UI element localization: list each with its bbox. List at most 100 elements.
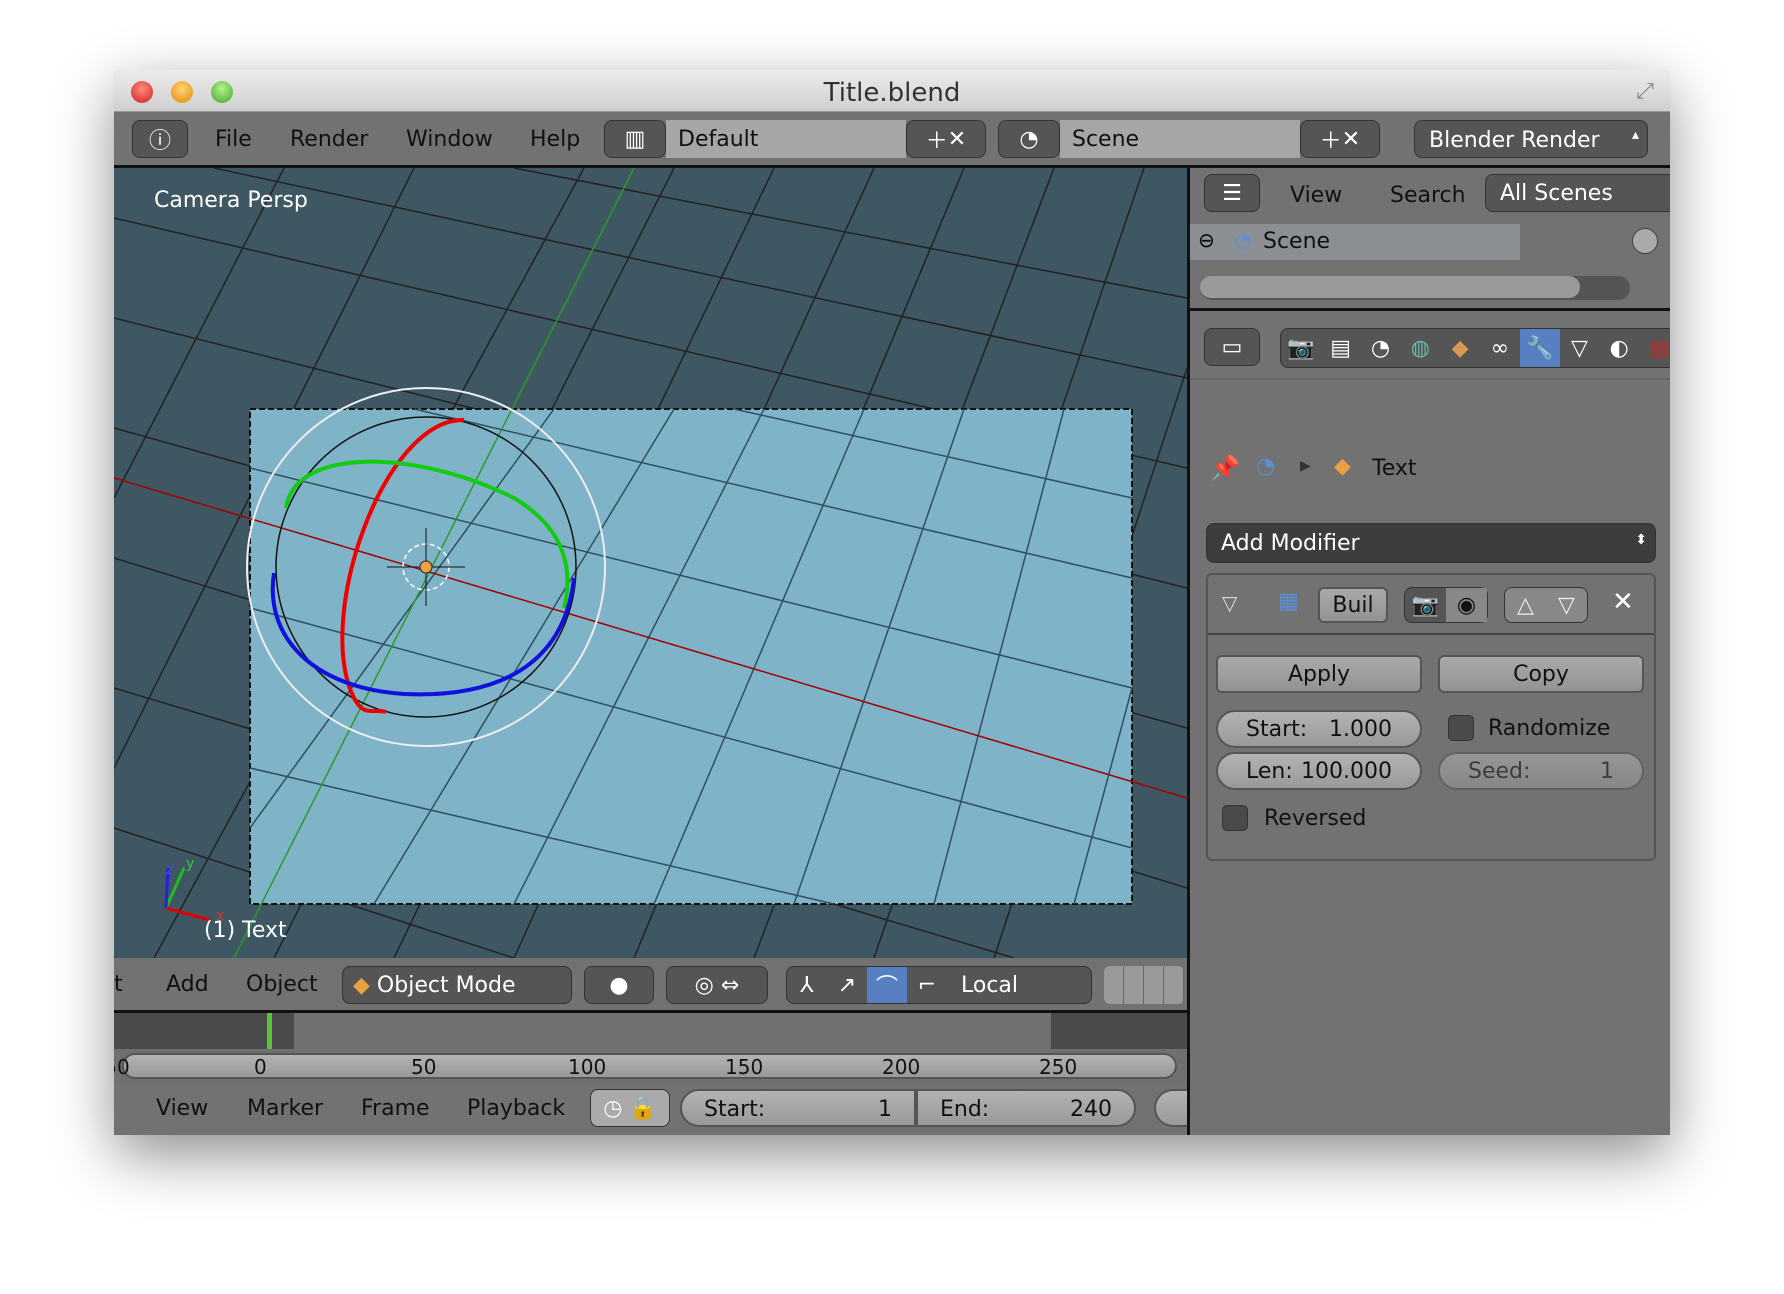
- manipulator-axes-icon[interactable]: ⅄: [787, 967, 827, 1003]
- editor-type-info-icon[interactable]: ⓘ: [132, 120, 188, 158]
- start-frame-field[interactable]: Start: 1: [680, 1089, 916, 1127]
- properties-editor-icon[interactable]: ▭: [1204, 328, 1260, 366]
- tab-render-icon[interactable]: 📷: [1281, 329, 1321, 367]
- copy-button[interactable]: Copy: [1438, 655, 1644, 693]
- breadcrumb-arrow-icon: ▶: [1300, 458, 1311, 474]
- timeline-scrollbar[interactable]: [122, 1053, 1177, 1079]
- end-frame-field[interactable]: End: 240: [916, 1089, 1136, 1127]
- start-frame-label: Start:: [704, 1097, 766, 1122]
- scene-icon[interactable]: ◔: [998, 120, 1060, 158]
- ruler-tick-label: 150: [725, 1055, 764, 1079]
- menu-playback[interactable]: Playback: [467, 1096, 565, 1121]
- randomize-checkbox[interactable]: [1448, 715, 1474, 741]
- ruler-tick-label: 250: [1039, 1055, 1078, 1079]
- reversed-label: Reversed: [1264, 806, 1367, 831]
- outliner-scroll-handle[interactable]: [1632, 228, 1658, 254]
- outliner-hscrollbar[interactable]: [1200, 276, 1630, 300]
- outliner-menu-view[interactable]: View: [1290, 183, 1342, 208]
- tab-scene-icon[interactable]: ◔: [1361, 329, 1401, 367]
- fullscreen-icon[interactable]: ⤢: [1632, 78, 1658, 104]
- tab-data-icon[interactable]: ▽: [1560, 329, 1600, 367]
- layout-field[interactable]: Default: [666, 120, 906, 158]
- gizmo-z-label: z: [166, 862, 174, 878]
- transform-manipulators: ⅄ ↗ ⌒ ⌐ Local: [786, 966, 1092, 1004]
- viewport-scene: [114, 168, 1187, 958]
- seed-field[interactable]: Seed: 1: [1438, 752, 1644, 790]
- x-icon[interactable]: ✕: [948, 127, 966, 152]
- outliner-scene-label: Scene: [1263, 229, 1331, 254]
- end-frame-label: End:: [940, 1097, 990, 1122]
- 3d-view-header: t Add Object ◆ Object Mode ● ◎ ⇔ ⅄ ↗ ⌒ ⌐…: [114, 958, 1187, 1013]
- object-origin[interactable]: [419, 560, 433, 574]
- modifier-name-field[interactable]: Buil: [1318, 587, 1388, 623]
- timeline[interactable]: -50 0 50 100 150 200 250: [114, 1013, 1187, 1083]
- auto-key-and-lock[interactable]: ◷ 🔒: [590, 1089, 670, 1127]
- start-label: Start:: [1246, 717, 1308, 742]
- scene-add-remove[interactable]: ＋ ✕: [1300, 120, 1380, 158]
- orientation-select[interactable]: Local: [947, 967, 1032, 1003]
- gizmo-x-label: x: [216, 908, 225, 924]
- pivot-and-manipulator[interactable]: ◎ ⇔: [666, 966, 768, 1004]
- plus-icon[interactable]: ＋: [926, 123, 948, 155]
- menu-marker[interactable]: Marker: [247, 1096, 323, 1121]
- menu-object[interactable]: Object: [246, 972, 318, 997]
- pin-icon[interactable]: 📌: [1210, 454, 1240, 482]
- collapse-triangle-icon[interactable]: ▽: [1222, 591, 1237, 615]
- move-down-icon[interactable]: ▽: [1546, 588, 1587, 622]
- ruler-tick-label: 200: [882, 1055, 921, 1079]
- render-engine-select[interactable]: Blender Render ▴: [1414, 120, 1648, 158]
- menu-view[interactable]: View: [156, 1096, 208, 1121]
- playhead[interactable]: [267, 1013, 273, 1049]
- outliner-filter-select[interactable]: All Scenes: [1485, 174, 1670, 212]
- x-icon[interactable]: ✕: [1342, 127, 1360, 152]
- collapse-icon[interactable]: ⊖: [1198, 228, 1215, 252]
- screen-layout-icon[interactable]: ▥: [604, 120, 666, 158]
- tab-object-icon[interactable]: ◆: [1440, 329, 1480, 367]
- menu-add[interactable]: Add: [166, 972, 209, 997]
- menu-view-truncated[interactable]: t: [114, 972, 123, 997]
- length-label: Len:: [1246, 759, 1293, 784]
- tab-world-icon[interactable]: ◍: [1400, 329, 1440, 367]
- outliner-menu-search[interactable]: Search: [1390, 183, 1466, 208]
- eye-icon[interactable]: ◉: [1446, 588, 1487, 622]
- seed-value: 1: [1600, 759, 1614, 784]
- mode-value: Object Mode: [376, 973, 516, 998]
- viewport-shading-select[interactable]: ●: [584, 966, 654, 1004]
- mode-select[interactable]: ◆ Object Mode: [342, 966, 572, 1004]
- 3d-viewport[interactable]: Camera Persp (1) Text x y z: [114, 168, 1187, 958]
- remove-modifier-x-icon[interactable]: ✕: [1612, 587, 1634, 617]
- move-up-icon[interactable]: △: [1505, 588, 1546, 622]
- outliner-row-scene[interactable]: ⊖ ◔ Scene: [1190, 224, 1520, 260]
- reversed-checkbox[interactable]: [1222, 805, 1248, 831]
- menu-file[interactable]: File: [215, 127, 252, 152]
- tab-material-icon[interactable]: ◐: [1599, 329, 1639, 367]
- render-camera-icon[interactable]: 📷: [1405, 588, 1446, 622]
- rotate-icon[interactable]: ⌒: [867, 967, 907, 1003]
- clock-icon[interactable]: ◷: [603, 1096, 622, 1121]
- layout-add-remove[interactable]: ＋ ✕: [906, 120, 986, 158]
- scale-icon[interactable]: ⌐: [907, 967, 947, 1003]
- seed-label: Seed:: [1468, 759, 1531, 784]
- lock-icon[interactable]: 🔒: [629, 1096, 656, 1121]
- tab-texture-icon[interactable]: ▦: [1639, 329, 1670, 367]
- menu-help[interactable]: Help: [530, 127, 580, 152]
- layers-grid[interactable]: [1104, 966, 1184, 1004]
- apply-button[interactable]: Apply: [1216, 655, 1422, 693]
- plus-icon[interactable]: ＋: [1320, 123, 1342, 155]
- tab-render-layers-icon[interactable]: ▤: [1321, 329, 1361, 367]
- outliner: ☰ View Search All Scenes ⊖ ◔ Scene: [1190, 168, 1670, 311]
- tab-modifiers-wrench-icon[interactable]: 🔧: [1519, 329, 1560, 367]
- add-modifier-select[interactable]: Add Modifier ⬍: [1206, 523, 1656, 563]
- menu-window[interactable]: Window: [406, 127, 493, 152]
- start-field[interactable]: Start: 1.000: [1216, 710, 1422, 748]
- manipulator-toggle-icon[interactable]: ⇔: [721, 973, 739, 998]
- scene-field[interactable]: Scene: [1060, 120, 1300, 158]
- outliner-editor-icon[interactable]: ☰: [1204, 174, 1260, 212]
- tab-constraints-icon[interactable]: ∞: [1480, 329, 1520, 367]
- menu-render[interactable]: Render: [290, 127, 368, 152]
- translate-icon[interactable]: ↗: [827, 967, 867, 1003]
- ruler-tick-label: 0: [254, 1055, 267, 1079]
- menu-frame[interactable]: Frame: [361, 1096, 430, 1121]
- length-field[interactable]: Len: 100.000: [1216, 752, 1422, 790]
- pivot-icon[interactable]: ◎: [695, 973, 714, 998]
